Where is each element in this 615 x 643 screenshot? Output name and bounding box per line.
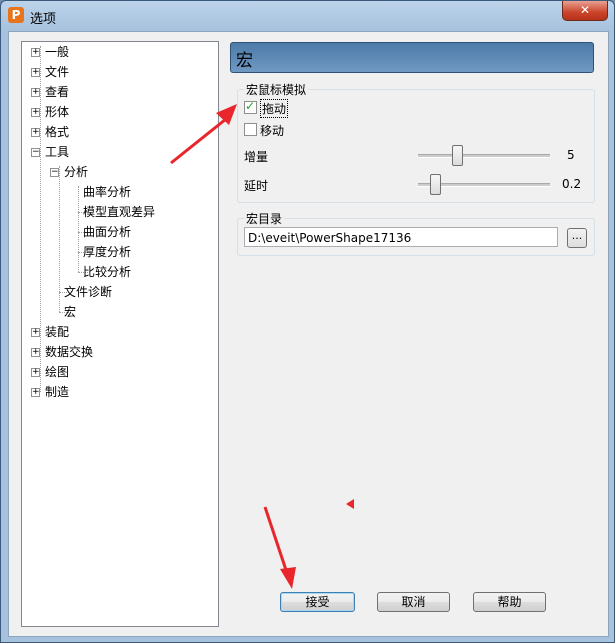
close-button[interactable]: ✕	[562, 1, 608, 21]
expand-icon[interactable]: +	[31, 88, 40, 97]
accept-button[interactable]: 接受	[280, 592, 355, 612]
expand-icon[interactable]: +	[31, 108, 40, 117]
macro-directory-input[interactable]: D:\eveit\PowerShape17136	[244, 227, 558, 247]
tree-connector	[40, 46, 41, 392]
increment-value: 5	[567, 148, 575, 162]
increment-label: 增量	[244, 150, 269, 164]
panel-header: 宏	[230, 42, 594, 73]
dialog-body: + 一般 + 文件 + 查看 + 形体 + 格式 − 工具 − 分析 曲率分析 …	[8, 31, 609, 637]
expand-icon[interactable]: +	[31, 388, 40, 397]
expand-icon[interactable]: +	[31, 368, 40, 377]
delay-label: 延时	[244, 179, 269, 193]
collapse-icon[interactable]: −	[31, 148, 40, 157]
expand-icon[interactable]: +	[31, 348, 40, 357]
macro-directory-group: 宏目录 D:\eveit\PowerShape17136 ...	[237, 210, 595, 256]
move-checkbox[interactable]	[244, 123, 257, 136]
group-title: 宏目录	[244, 210, 285, 227]
expand-icon[interactable]: +	[31, 328, 40, 337]
delay-value: 0.2	[562, 177, 582, 191]
expand-icon[interactable]: +	[31, 128, 40, 137]
help-button[interactable]: 帮助	[473, 592, 546, 612]
collapse-icon[interactable]: −	[50, 168, 59, 177]
delay-slider-thumb[interactable]	[430, 174, 442, 195]
title-bar: P 选项 ✕	[1, 1, 614, 31]
window-title: 选项	[30, 12, 57, 27]
options-tree[interactable]: + 一般 + 文件 + 查看 + 形体 + 格式 − 工具 − 分析 曲率分析 …	[21, 41, 219, 627]
options-dialog: P 选项 ✕ + 一般 + 文件 + 查看 + 形体 + 格式 − 工具 − 分…	[0, 0, 615, 643]
drag-label[interactable]: 拖动	[260, 99, 289, 118]
move-label[interactable]: 移动	[260, 122, 284, 139]
app-icon: P	[8, 7, 24, 23]
increment-slider-thumb[interactable]	[451, 145, 463, 166]
mouse-simulation-group: 宏鼠标模拟 拖动 移动 增量 5 延时 0.2	[237, 81, 595, 203]
expand-icon[interactable]: +	[31, 48, 40, 57]
panel-title: 宏	[236, 51, 253, 71]
tree-connector	[59, 166, 60, 312]
drag-checkbox[interactable]	[244, 99, 257, 114]
tree-connector	[78, 186, 79, 272]
expand-icon[interactable]: +	[31, 68, 40, 77]
increment-slider-track[interactable]	[418, 154, 550, 158]
cancel-button[interactable]: 取消	[377, 592, 450, 612]
group-title: 宏鼠标模拟	[244, 81, 309, 98]
browse-button[interactable]: ...	[567, 228, 587, 248]
